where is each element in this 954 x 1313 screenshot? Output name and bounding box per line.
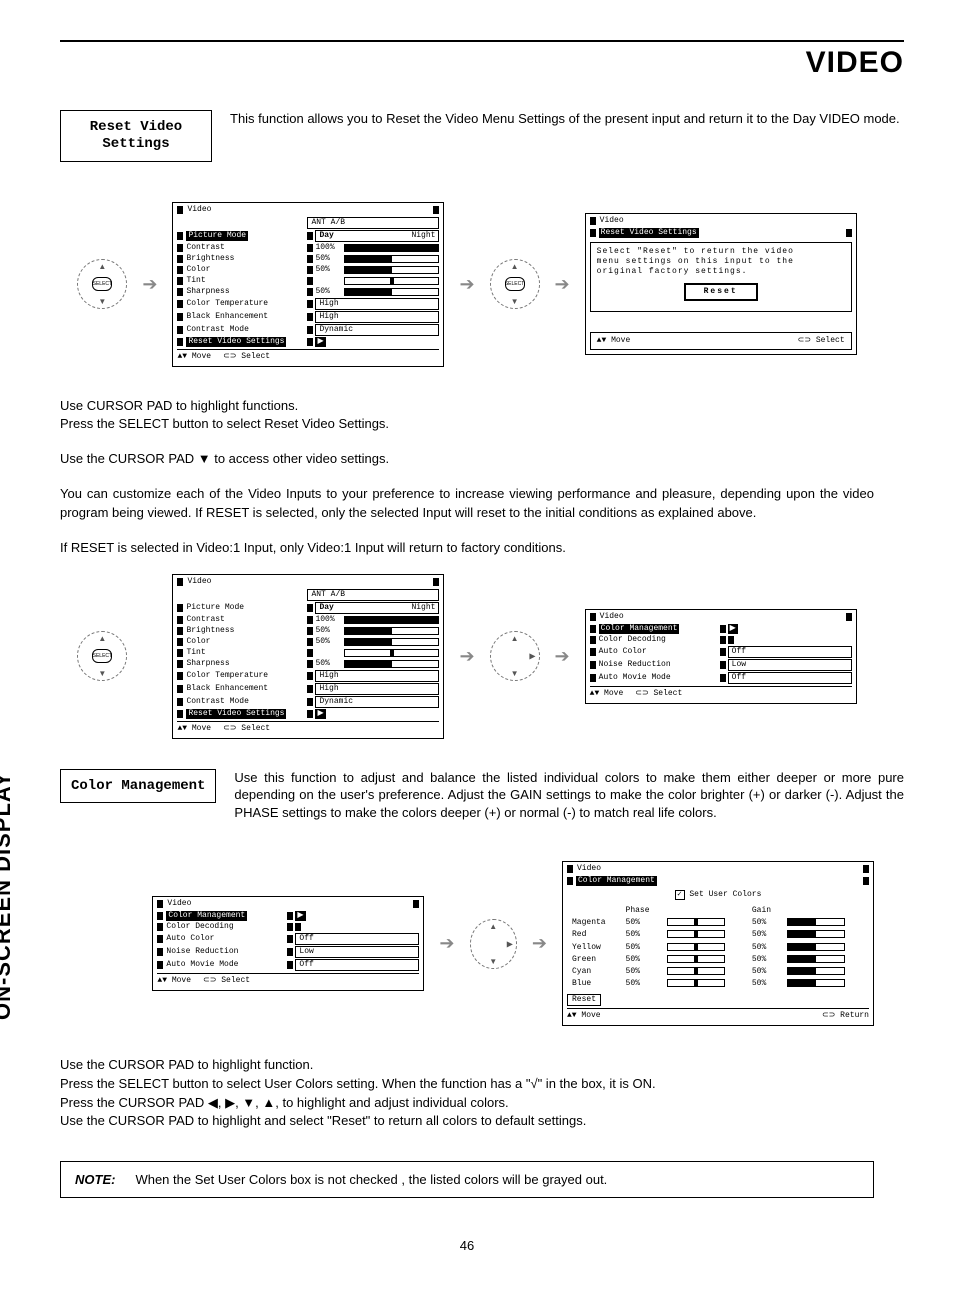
arrow-icon: ➔ <box>532 933 547 954</box>
cursor-pad-icon: ▲ ▼ SELECT <box>77 631 127 681</box>
cursor-pad-icon: ▲ ▼ ▶ <box>470 919 517 969</box>
cursor-pad-icon: ▲ ▼ SELECT <box>490 259 540 309</box>
dialog-subtitle: Reset Video Settings <box>599 228 699 238</box>
foot-move: Move <box>611 336 630 345</box>
video-menu: VideoANT A/BPicture ModeDayNightContrast… <box>172 202 444 367</box>
note-label: NOTE: <box>75 1172 115 1187</box>
arrow-icon: ➔ <box>142 274 157 295</box>
reset-video-settings-label: Reset Video Settings <box>60 110 212 162</box>
dialog-title: Video <box>600 216 624 226</box>
reset-video-settings-desc: This function allows you to Reset the Vi… <box>230 110 904 128</box>
video-submenu: VideoColor Management▶Color DecodingAuto… <box>152 896 424 991</box>
select-button[interactable]: SELECT <box>92 277 112 291</box>
arrow-icon: ➔ <box>459 646 474 667</box>
arrow-icon: ➔ <box>555 274 570 295</box>
body-text: Use CURSOR PAD to highlight functions. P… <box>60 397 874 435</box>
video-submenu: VideoColor Management▶Color DecodingAuto… <box>585 609 857 704</box>
page-number: 46 <box>30 1238 904 1253</box>
body-text: Use the CURSOR PAD to highlight function… <box>60 1056 874 1131</box>
reset-dialog: Video Reset Video Settings Select "Reset… <box>585 213 857 355</box>
dialog-msg: menu settings on this input to the <box>597 257 845 267</box>
dialog-msg: original factory settings. <box>597 267 845 277</box>
color-management-dialog: VideoColor Management✓ Set User ColorsPh… <box>562 861 874 1026</box>
body-text: You can customize each of the Video Inpu… <box>60 485 874 523</box>
reset-button[interactable]: Reset <box>684 283 758 301</box>
foot-select: Select <box>816 336 845 345</box>
select-button[interactable]: SELECT <box>92 649 112 663</box>
body-text: Use the CURSOR PAD ▼ to access other vid… <box>60 450 874 469</box>
arrow-icon: ➔ <box>459 274 474 295</box>
cursor-pad-icon: ▲ ▼ ▶ <box>490 631 540 681</box>
note-box: NOTE: When the Set User Colors box is no… <box>60 1161 874 1198</box>
color-management-label: Color Management <box>60 769 216 804</box>
color-management-desc: Use this function to adjust and balance … <box>234 769 904 822</box>
page-title: VIDEO <box>30 46 904 80</box>
dialog-msg: Select "Reset" to return the video <box>597 247 845 257</box>
body-text: If RESET is selected in Video:1 Input, o… <box>60 539 874 558</box>
arrow-icon: ➔ <box>555 646 570 667</box>
side-label: ON-SCREEN DISPLAY <box>0 772 16 1020</box>
arrow-icon: ➔ <box>439 933 454 954</box>
cursor-pad-icon: ▲ ▼ SELECT <box>77 259 127 309</box>
note-text: When the Set User Colors box is not chec… <box>135 1172 607 1187</box>
video-menu: VideoANT A/BPicture ModeDayNightContrast… <box>172 574 444 739</box>
select-button[interactable]: SELECT <box>505 277 525 291</box>
